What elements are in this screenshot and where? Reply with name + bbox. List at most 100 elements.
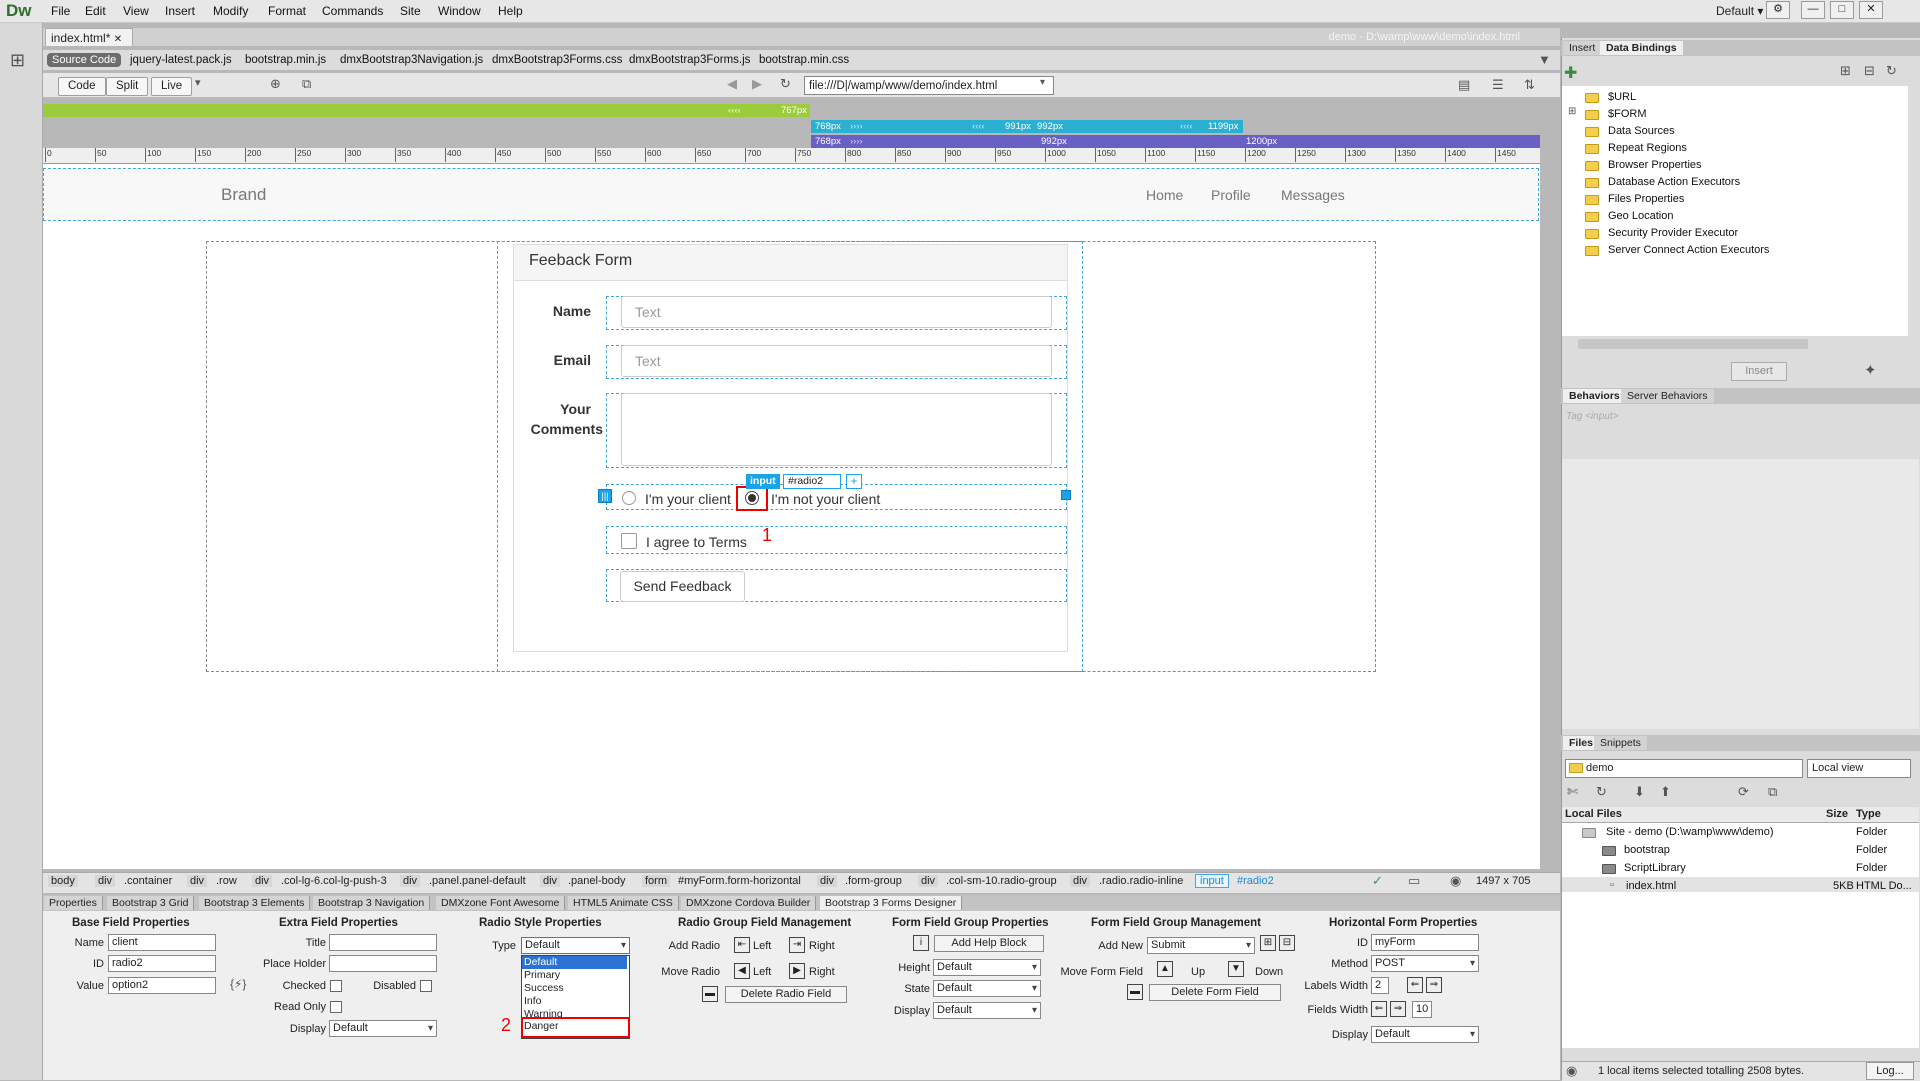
tab-properties[interactable]: Properties — [44, 896, 103, 910]
column-size[interactable]: Size — [1826, 808, 1848, 820]
live-dropdown-icon[interactable]: ▾ — [195, 76, 201, 89]
menu-file[interactable]: File — [51, 4, 70, 18]
tab-insert[interactable]: Insert — [1563, 41, 1602, 55]
tab-font-awesome[interactable]: DMXzone Font Awesome — [436, 896, 566, 910]
tag-crumb[interactable]: div — [400, 875, 421, 887]
option-default[interactable]: Default — [522, 956, 627, 969]
forward-icon[interactable]: ▶ — [752, 76, 762, 92]
close-icon[interactable]: ✕ — [1859, 1, 1883, 19]
preview-icon[interactable]: ⧉ — [302, 76, 311, 92]
add-help-block-button[interactable]: Add Help Block — [934, 935, 1044, 952]
display-select[interactable]: Default — [933, 1002, 1041, 1019]
terms-checkbox[interactable] — [621, 533, 637, 549]
file-row[interactable]: bootstrap — [1624, 844, 1670, 856]
binding-item[interactable]: Data Sources — [1608, 125, 1675, 137]
add-radio-right-icon[interactable]: ⇥ — [789, 937, 805, 953]
tag-crumb[interactable]: div — [540, 875, 561, 887]
live-view-button[interactable]: Live — [151, 77, 193, 96]
related-file[interactable]: bootstrap.min.js — [245, 54, 326, 66]
tag-crumb[interactable]: div — [252, 875, 273, 887]
increase-icon[interactable]: ⇒ — [1390, 1001, 1406, 1017]
tag-crumb[interactable]: div — [817, 875, 838, 887]
binding-item[interactable]: Database Action Executors — [1608, 176, 1740, 188]
workspace-switcher[interactable]: Default ▾ — [1716, 4, 1763, 18]
media-query-bar-min768[interactable] — [811, 135, 1540, 148]
column-type[interactable]: Type — [1856, 808, 1881, 820]
magic-wand-icon[interactable]: ✦ — [1864, 361, 1877, 379]
title-input[interactable] — [329, 934, 437, 951]
insert-button[interactable]: Insert — [1731, 362, 1787, 381]
related-file[interactable]: jquery-latest.pack.js — [130, 54, 232, 66]
device-size-icon[interactable]: ▭ — [1408, 873, 1420, 889]
nav-link-home[interactable]: Home — [1146, 187, 1183, 203]
tag-crumb[interactable]: .form-group — [845, 875, 902, 887]
put-files-icon[interactable]: ⬆ — [1660, 784, 1671, 800]
comments-textarea[interactable] — [621, 393, 1052, 466]
tag-crumb[interactable]: .panel-body — [568, 875, 626, 887]
tag-crumb[interactable]: .container — [124, 875, 172, 887]
binding-item[interactable]: Files Properties — [1608, 193, 1684, 205]
field-value-input[interactable]: option2 — [108, 977, 216, 994]
delete-form-field-button[interactable]: Delete Form Field — [1149, 984, 1281, 1001]
expand-icon[interactable]: ⊞ — [1840, 63, 1851, 79]
info-icon[interactable]: i — [913, 935, 929, 951]
height-select[interactable]: Default — [933, 959, 1041, 976]
globe-icon[interactable]: ◉ — [1450, 873, 1461, 889]
fields-width-input[interactable]: 10 — [1412, 1001, 1432, 1018]
add-new-select[interactable]: Submit — [1147, 937, 1255, 954]
minimize-icon[interactable]: — — [1801, 1, 1825, 19]
tag-crumb[interactable]: .col-lg-6.col-lg-push-3 — [281, 875, 387, 887]
settings-icon[interactable]: ⚙ — [1766, 1, 1790, 19]
refresh-icon[interactable]: ↻ — [780, 76, 791, 92]
close-tab-icon[interactable]: ✕ — [114, 34, 122, 45]
add-binding-icon[interactable]: ✚ — [1564, 63, 1577, 83]
tab-forms-designer[interactable]: Bootstrap 3 Forms Designer — [820, 896, 963, 910]
tag-crumb[interactable]: body — [48, 875, 78, 887]
menu-help[interactable]: Help — [498, 4, 523, 18]
delete-field-icon[interactable]: ▬ — [1127, 984, 1143, 1000]
decrease-icon[interactable]: ⇐ — [1371, 1001, 1387, 1017]
inspect-icon[interactable]: ⊕ — [270, 76, 281, 92]
display-select[interactable]: Default — [329, 1020, 437, 1037]
radio-im-your-client[interactable] — [622, 491, 636, 505]
tab-cordova-builder[interactable]: DMXzone Cordova Builder — [681, 896, 817, 910]
sync-icon[interactable]: ⟳ — [1738, 784, 1749, 800]
collapse-icon[interactable]: ⊟ — [1864, 63, 1875, 79]
related-file[interactable]: bootstrap.min.css — [759, 54, 849, 66]
document-tab[interactable]: index.html* ✕ — [45, 28, 133, 46]
email-input[interactable]: Text — [621, 345, 1052, 377]
menu-edit[interactable]: Edit — [85, 4, 106, 18]
add-before-icon[interactable]: ⊞ — [1260, 935, 1276, 951]
add-class-icon[interactable]: + — [846, 474, 862, 489]
form-id-input[interactable]: myForm — [1371, 934, 1479, 951]
maximize-icon[interactable]: □ — [1830, 1, 1854, 19]
refresh-icon[interactable]: ↻ — [1886, 63, 1897, 79]
tag-crumb[interactable]: .radio.radio-inline — [1099, 875, 1183, 887]
resize-handle-icon[interactable] — [1061, 490, 1071, 500]
tab-bootstrap-navigation[interactable]: Bootstrap 3 Navigation — [313, 896, 431, 910]
readonly-checkbox[interactable] — [330, 1001, 342, 1013]
checked-checkbox[interactable] — [330, 980, 342, 992]
delete-radio-button[interactable]: Delete Radio Field — [725, 986, 847, 1003]
tag-crumb[interactable]: div — [918, 875, 939, 887]
menu-view[interactable]: View — [123, 4, 149, 18]
field-name-input[interactable]: client — [108, 934, 216, 951]
tag-crumb[interactable]: .col-sm-10.radio-group — [946, 875, 1057, 887]
dom-structure-icon[interactable]: ⊞ — [10, 50, 25, 71]
move-up-icon[interactable]: ▲ — [1157, 961, 1173, 977]
tab-bootstrap-grid[interactable]: Bootstrap 3 Grid — [107, 896, 195, 910]
binding-item[interactable]: Browser Properties — [1608, 159, 1702, 171]
related-file-source-code[interactable]: Source Code — [47, 53, 122, 67]
tab-server-behaviors[interactable]: Server Behaviors — [1621, 389, 1714, 403]
tab-animate-css[interactable]: HTML5 Animate CSS — [568, 896, 679, 910]
send-feedback-button[interactable]: Send Feedback — [620, 571, 745, 602]
file-row[interactable]: Site - demo (D:\wamp\www\demo) — [1606, 826, 1774, 838]
delete-radio-icon[interactable]: ▬ — [702, 986, 718, 1002]
address-bar[interactable]: file:///D|/wamp/www/demo/index.html — [804, 76, 1054, 95]
view-options-icon[interactable]: ☰ — [1492, 77, 1504, 93]
labels-width-input[interactable]: 2 — [1371, 977, 1389, 994]
tag-crumb[interactable]: .row — [216, 875, 237, 887]
field-id-input[interactable]: radio2 — [108, 955, 216, 972]
menu-window[interactable]: Window — [438, 4, 481, 18]
connect-icon[interactable]: ✄ — [1567, 784, 1578, 800]
